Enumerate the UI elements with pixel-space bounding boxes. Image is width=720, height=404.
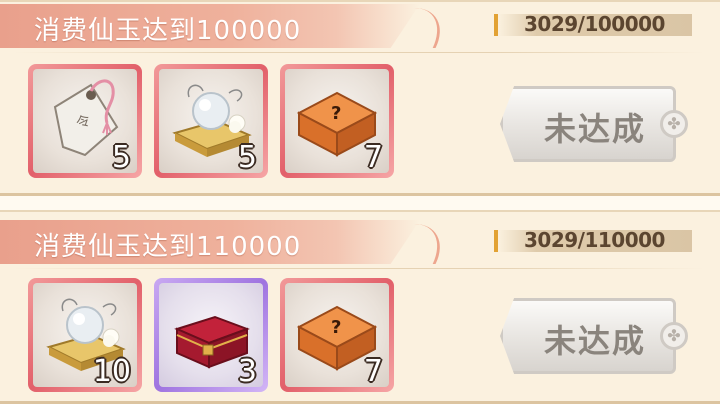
reward-count: 10 [92,354,131,387]
reward-count: 5 [237,140,257,173]
divider [14,268,704,269]
reward-tier-card: 消费仙玉达到100000 3029/100000 令 5 5 ? 7 ✤ 未达成 [0,0,720,196]
progress-display: 3029/100000 [494,12,692,36]
svg-text:?: ? [331,317,341,338]
reward-count: 3 [237,354,257,387]
reward-item[interactable]: 令 5 [28,64,142,178]
reward-item[interactable]: 3 [154,278,268,392]
claim-status-button[interactable]: ✤ 未达成 [500,298,688,374]
reward-count: 7 [363,354,383,387]
reward-item[interactable]: 10 [28,278,142,392]
reward-item[interactable]: ? 7 [280,64,394,178]
status-label: 未达成 [543,110,646,148]
progress-display: 3029/110000 [494,228,692,252]
progress-value: 3029/110000 [524,228,665,252]
tier-title: 消费仙玉达到100000 [34,16,302,46]
card-gap [0,196,720,210]
reward-item[interactable]: ? 7 [280,278,394,392]
reward-item[interactable]: 5 [154,64,268,178]
tier-title: 消费仙玉达到110000 [34,232,302,262]
divider [14,52,704,53]
reward-tier-card: 消费仙玉达到110000 3029/110000 10 3 ? 7 ✤ 未达成 [0,210,720,404]
clover-ornament-icon: ✤ [660,322,688,350]
progress-value: 3029/100000 [524,12,665,36]
claim-status-button[interactable]: ✤ 未达成 [500,86,688,162]
svg-text:?: ? [331,103,341,124]
status-label: 未达成 [543,322,646,360]
reward-count: 5 [111,140,131,173]
clover-ornament-icon: ✤ [660,110,688,138]
reward-count: 7 [363,140,383,173]
